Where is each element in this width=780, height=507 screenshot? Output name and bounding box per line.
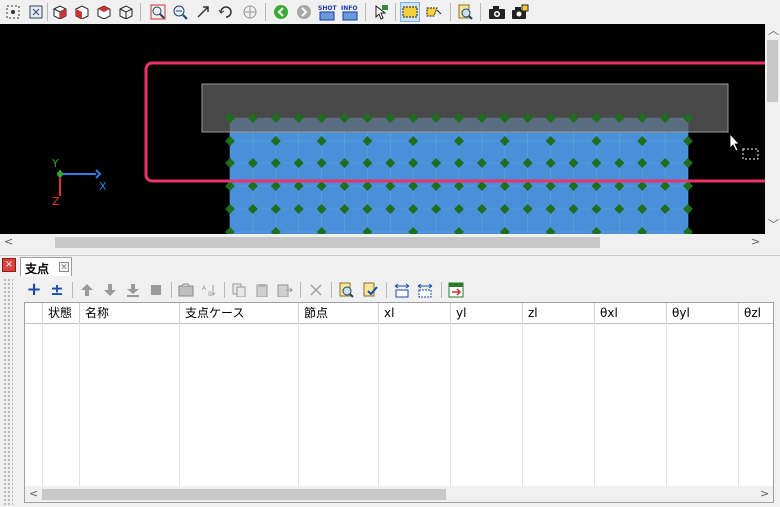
zoom-window-icon[interactable] <box>148 2 168 22</box>
column-header-xl[interactable]: xl <box>379 303 451 323</box>
copy-icon[interactable] <box>229 280 249 300</box>
table-scroll-right-icon[interactable]: > <box>760 487 769 501</box>
vertical-scroll-thumb[interactable] <box>767 40 778 102</box>
column-header-zl[interactable]: zl <box>523 303 595 323</box>
add-multiple-icon-glyph: ± <box>50 280 64 299</box>
panel-grip[interactable] <box>3 278 13 506</box>
move-end-icon[interactable] <box>146 280 166 300</box>
table-column <box>180 323 299 488</box>
check-icon[interactable] <box>360 280 380 300</box>
view-side-icon[interactable] <box>94 2 114 22</box>
panel-close-icon[interactable]: × <box>2 258 16 272</box>
main-toolbar: SHOT INFO <box>0 0 780 25</box>
view-front-icon[interactable] <box>72 2 92 22</box>
tab-support[interactable]: 支点 × <box>20 257 72 276</box>
viewport-horizontal-scrollbar[interactable]: < > <box>0 234 765 250</box>
scroll-right-icon[interactable]: > <box>751 235 760 249</box>
table-column <box>667 323 739 488</box>
table-column <box>451 323 523 488</box>
node-select-icon[interactable] <box>3 2 23 22</box>
scroll-down-icon[interactable]: ﹀ <box>768 218 779 232</box>
support-panel-header: × 支点 × <box>0 256 780 276</box>
column-header-theta-yl[interactable]: θyl <box>667 303 739 323</box>
move-down-icon[interactable] <box>100 280 120 300</box>
axis-label-y: Y <box>51 157 59 170</box>
camera-icon[interactable] <box>487 2 507 22</box>
tab-close-icon[interactable]: × <box>59 262 69 272</box>
support-panel-toolbar: + ± AB <box>22 279 778 301</box>
table-column <box>25 323 43 488</box>
forward-icon[interactable] <box>294 2 314 22</box>
view-wire-icon[interactable] <box>116 2 136 22</box>
lasso-select-icon[interactable] <box>424 2 444 22</box>
add-icon-glyph: + <box>26 279 42 300</box>
column-header-status[interactable]: 状態 <box>43 303 80 323</box>
rotate-icon[interactable] <box>216 2 236 22</box>
table-column <box>379 323 451 488</box>
column-header-node[interactable]: 節点 <box>299 303 379 323</box>
column-header-support-case[interactable]: 支点ケース <box>180 303 299 323</box>
pointer-select-icon[interactable] <box>371 2 391 22</box>
mouse-cursor-icon <box>729 132 759 160</box>
column-header-row-selector[interactable] <box>25 303 43 323</box>
scroll-left-icon[interactable]: < <box>4 235 13 249</box>
table-scroll-thumb[interactable] <box>42 489 446 500</box>
scroll-up-icon[interactable]: ︿ <box>768 24 779 38</box>
find-icon[interactable] <box>455 2 475 22</box>
column-header-name[interactable]: 名称 <box>80 303 180 323</box>
shot-icon[interactable]: SHOT <box>317 2 337 22</box>
add-multiple-icon[interactable]: ± <box>47 280 67 300</box>
tab-support-label: 支点 <box>25 262 50 276</box>
column-header-theta-xl[interactable]: θxl <box>595 303 667 323</box>
paste-icon[interactable] <box>252 280 272 300</box>
table-column <box>43 323 80 488</box>
mesh-grid-lines <box>229 117 689 234</box>
zoom-arrow-icon[interactable] <box>193 2 213 22</box>
zoom-out-icon[interactable] <box>170 2 190 22</box>
axis-label-z: Z <box>52 195 60 208</box>
export-icon[interactable] <box>446 280 466 300</box>
fit-view-icon[interactable] <box>26 2 46 22</box>
view-3d-icon[interactable] <box>50 2 70 22</box>
find-icon[interactable] <box>336 280 356 300</box>
axis-triad <box>57 169 102 196</box>
svg-text:SHOT: SHOT <box>318 5 337 12</box>
svg-text:B: B <box>208 291 212 297</box>
model-viewport[interactable]: Y X Z <box>0 24 765 234</box>
plate-overlay <box>201 83 729 133</box>
table-header: 状態 名称 支点ケース 節点 xl yl zl θxl θyl θzl <box>25 303 773 324</box>
delete-icon[interactable] <box>306 280 326 300</box>
column-header-yl[interactable]: yl <box>451 303 523 323</box>
scroll-corner <box>765 234 780 250</box>
back-icon[interactable] <box>271 2 291 22</box>
import-icon[interactable] <box>176 280 196 300</box>
move-bottom-icon[interactable] <box>123 280 143 300</box>
table-column <box>80 323 180 488</box>
support-table: 状態 名称 支点ケース 節点 xl yl zl θxl θyl θzl < > <box>24 302 774 503</box>
svg-text:INFO: INFO <box>341 5 357 12</box>
fit-columns-icon[interactable] <box>392 280 412 300</box>
svg-text:A: A <box>202 285 207 292</box>
paste-special-icon[interactable] <box>275 280 295 300</box>
add-icon[interactable]: + <box>24 280 44 300</box>
camera-save-icon[interactable] <box>510 2 530 22</box>
axis-label-x: X <box>99 180 107 193</box>
table-scroll-left-icon[interactable]: < <box>29 487 38 501</box>
sort-icon[interactable]: AB <box>199 280 219 300</box>
auto-width-icon[interactable] <box>415 280 435 300</box>
horizontal-scroll-thumb[interactable] <box>55 237 600 248</box>
info-icon[interactable]: INFO <box>340 2 360 22</box>
viewport-vertical-scrollbar[interactable]: ︿ ﹀ <box>765 24 780 234</box>
rect-select-icon[interactable] <box>400 2 420 22</box>
move-up-icon[interactable] <box>77 280 97 300</box>
table-column <box>523 323 595 488</box>
column-header-theta-zl[interactable]: θzl <box>739 303 773 323</box>
table-horizontal-scrollbar[interactable]: < > <box>25 486 773 502</box>
table-column <box>595 323 667 488</box>
pan-icon[interactable] <box>240 2 260 22</box>
table-column <box>299 323 379 488</box>
